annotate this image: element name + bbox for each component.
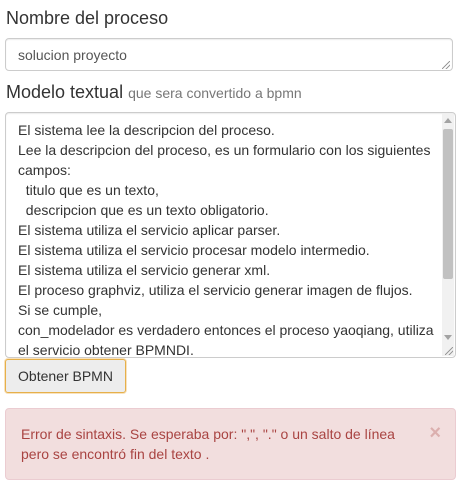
error-message: Error de sintaxis. Se esperaba por: ",",… (21, 426, 395, 462)
process-name-label: Nombre del proceso (6, 8, 169, 28)
resize-grip-icon[interactable] (445, 347, 453, 355)
process-name-input[interactable] (5, 38, 453, 71)
scroll-up-icon[interactable] (444, 118, 452, 123)
scrollbar-thumb[interactable] (443, 129, 453, 279)
resize-grip-icon[interactable] (442, 61, 450, 69)
close-icon[interactable]: × (429, 423, 441, 443)
textarea-scrollbar[interactable] (442, 114, 454, 356)
model-textarea-content[interactable]: El sistema lee la descripcion del proces… (18, 120, 439, 357)
obtener-bpmn-button[interactable]: Obtener BPMN (5, 359, 126, 393)
scroll-down-icon[interactable] (444, 335, 452, 340)
error-alert: Error de sintaxis. Se esperaba por: ",",… (5, 408, 456, 480)
model-label-title: Modelo textual (6, 82, 124, 102)
model-label: Modelo textual que sera convertido a bpm… (6, 82, 302, 103)
model-textarea[interactable]: El sistema lee la descripcion del proces… (5, 112, 456, 358)
model-label-hint: que sera convertido a bpmn (128, 85, 302, 101)
